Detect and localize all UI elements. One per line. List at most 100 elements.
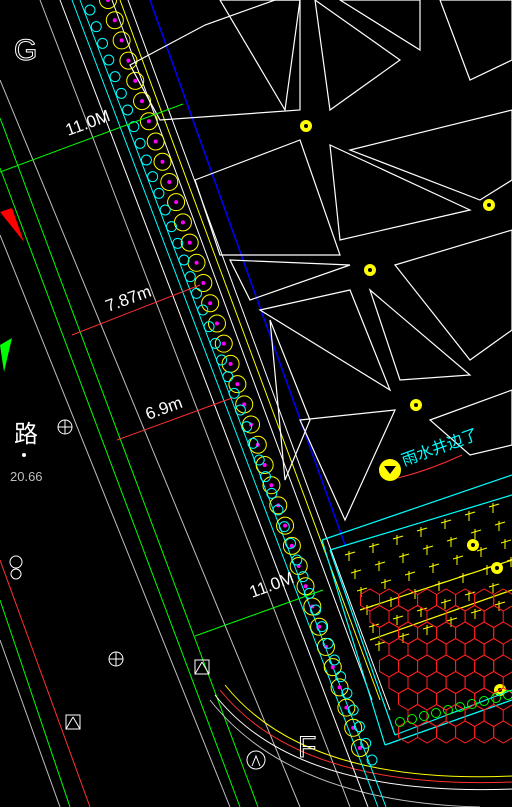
- joint-mark: [494, 521, 506, 526]
- hedge-circle: [310, 604, 322, 616]
- cad-drawing-canvas: 11.0M 7.87m 6.9m 11.0M G F 路 20.66 雨水井边了: [0, 0, 512, 807]
- hedge-circle: [165, 221, 177, 233]
- joint-mark: [434, 581, 446, 586]
- drain-annotation: 雨水井边了: [379, 425, 481, 481]
- road-name: 路: [14, 421, 38, 448]
- valve-symbol: [246, 750, 266, 770]
- crosshair-symbols: [57, 419, 124, 667]
- joint-mark: [446, 537, 458, 542]
- joint-mark: [398, 633, 410, 638]
- joint-mark: [422, 545, 434, 550]
- hedge-circle: [159, 204, 171, 216]
- joint-mark: [374, 561, 386, 566]
- north-marker-green: [0, 338, 12, 372]
- box-symbols: [65, 659, 210, 730]
- hedge-circle: [140, 154, 152, 166]
- joint-mark: [374, 641, 386, 646]
- joint-mark: [500, 539, 512, 544]
- tree-center: [174, 200, 179, 205]
- tree-center: [180, 220, 185, 225]
- tree-center: [153, 139, 158, 144]
- hedge-circle: [84, 4, 96, 16]
- tree-center: [133, 78, 138, 83]
- joint-mark: [428, 563, 440, 568]
- tree-center: [208, 301, 213, 306]
- lamp-icon-center: [368, 268, 372, 272]
- joint-mark: [398, 553, 410, 558]
- dim-top-width: 11.0M: [63, 106, 113, 140]
- grid-label-g: G: [14, 34, 37, 67]
- elevation-text: 20.66: [10, 469, 43, 484]
- joint-mark: [416, 527, 428, 532]
- lamp-icon-center: [471, 543, 475, 547]
- lamp-icon-center: [495, 566, 499, 570]
- joint-mark: [446, 617, 458, 622]
- tree-center: [167, 179, 172, 184]
- lamp-icon-center: [304, 124, 308, 128]
- planter-dot: [443, 705, 453, 715]
- dim-mid-width: 7.87m: [103, 282, 154, 316]
- joint-mark: [488, 503, 500, 508]
- joint-mark: [452, 555, 464, 560]
- hedge-circle: [191, 287, 203, 299]
- joint-mark: [470, 609, 482, 614]
- hedge-circle: [97, 37, 109, 49]
- hedge-circle: [184, 271, 196, 283]
- tree-center: [106, 0, 110, 2]
- tree-center: [221, 341, 226, 346]
- hexagon-paving: [360, 588, 512, 744]
- joint-mark: [458, 573, 470, 578]
- joint-mark: [476, 547, 488, 552]
- hedge-circle: [253, 454, 265, 466]
- hedge-circle: [335, 671, 347, 683]
- tree-center: [146, 119, 151, 124]
- hedge-circle: [178, 254, 190, 266]
- grid-label-f: F: [298, 731, 316, 764]
- tree-center: [228, 361, 233, 366]
- joint-mark: [392, 615, 404, 620]
- tree-center: [119, 38, 124, 43]
- joint-mark: [368, 543, 380, 548]
- tree-center: [303, 584, 308, 589]
- hydrant-symbol: [9, 555, 23, 580]
- hedge-circle: [216, 354, 228, 366]
- road-edge-lines: [0, 117, 259, 807]
- joint-mark: [440, 519, 452, 524]
- hedge-circle: [109, 71, 121, 83]
- drain-label: 雨水井边了: [399, 425, 480, 469]
- joint-mark: [404, 571, 416, 576]
- tree-center: [269, 483, 274, 488]
- hex-tile: [436, 720, 457, 744]
- planter-dot: [431, 708, 441, 718]
- hedge-circle: [134, 137, 146, 149]
- tree-circle-row: [99, 0, 369, 757]
- tree-center: [126, 58, 131, 63]
- joint-mark: [392, 535, 404, 540]
- tree-center: [344, 705, 349, 710]
- tree-center: [187, 240, 192, 245]
- joint-mark: [344, 551, 356, 556]
- joint-mark: [380, 579, 392, 584]
- tree-center: [235, 382, 240, 387]
- dim-lower-width: 6.9m: [143, 393, 185, 424]
- tree-center: [201, 281, 206, 286]
- north-marker-red: [0, 208, 24, 242]
- joint-mark: [488, 583, 500, 588]
- tree-center: [214, 321, 219, 326]
- joint-mark: [422, 625, 434, 630]
- tree-center: [337, 685, 342, 690]
- joint-mark: [350, 569, 362, 574]
- planter-dot: [407, 714, 417, 724]
- hedge-circle: [322, 637, 334, 649]
- tree-center: [194, 260, 199, 265]
- tree-center: [160, 159, 165, 164]
- tree-center: [330, 665, 335, 670]
- hedge-circle: [115, 87, 127, 99]
- joint-mark: [386, 597, 398, 602]
- tree-center: [283, 523, 288, 528]
- hedge-circle: [147, 171, 159, 183]
- hedge-circle: [90, 21, 102, 33]
- tree-center: [140, 99, 145, 104]
- hex-tile: [379, 654, 400, 678]
- tree-center: [317, 624, 322, 629]
